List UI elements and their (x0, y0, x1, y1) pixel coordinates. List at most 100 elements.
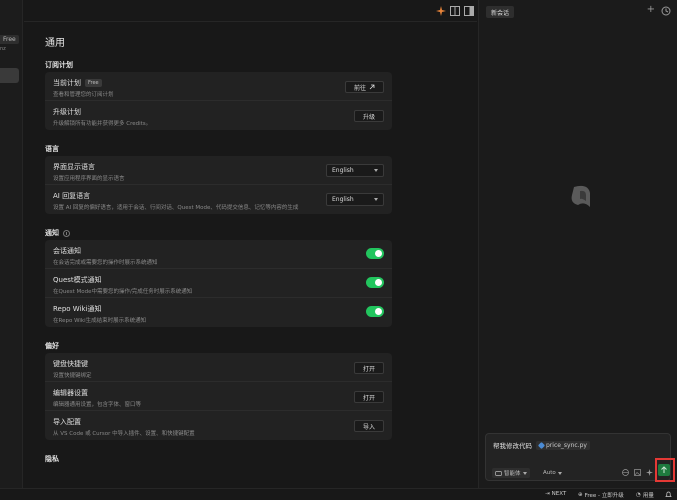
session-notify-toggle[interactable] (366, 248, 384, 259)
section-prefs-title: 偏好 (45, 342, 59, 350)
session-notify-desc: 在会话完成或需要您的操作时展示系统通知 (53, 260, 158, 266)
quest-notify-row: Quest模式通知 在Quest Mode中需要您的操作/完成任务时展示系统通知 (45, 269, 392, 298)
globe-icon[interactable] (622, 469, 629, 476)
current-plan-badge: Free (85, 78, 102, 87)
section-privacy-title: 隐私 (45, 455, 59, 463)
session-notify-title: 会话通知 (53, 246, 81, 255)
usage-status[interactable]: ◔ 用量 (636, 491, 654, 499)
chevron-down-icon (522, 471, 527, 475)
ai-language-desc: 设置 AI 回复的偏好语言，适用于会话、行间对话、Quest Mode、代码提交… (53, 205, 299, 211)
file-context-chip[interactable]: price_sync.py (536, 440, 590, 450)
repo-notify-row: Repo Wiki通知 在Repo Wiki生成结束时展示系统通知 (45, 298, 392, 327)
current-plan-title: 当前计划 (53, 78, 81, 87)
goto-plan-button[interactable]: 前往 (344, 81, 384, 93)
new-chat-tab[interactable]: 新会话 (486, 6, 515, 18)
import-button[interactable]: 导入 (353, 420, 384, 432)
current-plan-row: 当前计划 Free 查看和管理您的订阅计划 前往 (45, 72, 392, 101)
next-status[interactable]: ⇥ NEXT (545, 491, 566, 497)
section-notify: 通知 (45, 226, 392, 240)
external-link-icon (369, 84, 375, 90)
import-label: 导入 (362, 423, 375, 431)
keybindings-row: 键盘快捷键 设置快捷键绑定 打开 (45, 353, 392, 382)
goto-plan-label: 前往 (353, 84, 366, 92)
repo-notify-toggle[interactable] (366, 306, 384, 317)
ui-language-value: English (332, 167, 354, 174)
next-label: NEXT (551, 491, 567, 497)
ai-language-select[interactable]: English (326, 193, 384, 206)
settings-pane: 通用 订阅计划 当前计划 Free 查看和管理您的订阅计划 前往 升级计划 升级… (24, 0, 477, 488)
notifications-bell-icon[interactable] (665, 491, 672, 498)
session-notify-row: 会话通知 在会话完成或需要您的操作时展示系统通知 (45, 240, 392, 269)
history-icon[interactable] (661, 6, 671, 16)
file-context-name: price_sync.py (546, 441, 587, 449)
keybindings-title: 键盘快捷键 (53, 359, 88, 368)
agent-mode-selector[interactable]: 智能体 (492, 468, 530, 478)
chevron-down-icon (374, 169, 378, 172)
python-file-icon (537, 441, 546, 449)
left-sidebar: Free nz (0, 0, 23, 488)
status-bar: ⇥ NEXT ⊕ Free - 立即升级 ◔ 用量 (0, 488, 677, 500)
image-icon[interactable] (634, 469, 641, 476)
quest-notify-desc: 在Quest Mode中需要您的操作/完成任务时展示系统通知 (53, 289, 193, 295)
account-name: nz (0, 46, 6, 52)
import-config-row: 导入配置 从 VS Code 或 Cursor 中导入插件、设置、和快捷键配置 … (45, 411, 392, 440)
page-title: 通用 (45, 38, 65, 49)
new-chat-plus-icon[interactable]: + (647, 4, 655, 15)
sparkle-tool-icon[interactable] (646, 469, 653, 476)
section-notify-title: 通知 (45, 229, 59, 237)
send-button-highlight (655, 458, 675, 482)
ai-language-value: English (332, 196, 354, 203)
usage-icon: ◔ (636, 492, 641, 498)
open-keybindings-label: 打开 (362, 365, 375, 373)
agent-icon (495, 470, 502, 476)
settings-toolbar (24, 0, 477, 22)
next-icon: ⇥ (545, 491, 550, 497)
sidebar-selected-item[interactable] (0, 68, 19, 83)
info-icon[interactable] (63, 229, 70, 237)
panel-layout-icon[interactable] (464, 6, 474, 16)
settings-content: 通用 订阅计划 当前计划 Free 查看和管理您的订阅计划 前往 升级计划 升级… (45, 34, 392, 466)
agent-mode-label: 智能体 (504, 471, 521, 477)
editor-settings-row: 编辑器设置 编辑器通用设置，包含字体、窗口等 打开 (45, 382, 392, 411)
upgrade-plan-row: 升级计划 升级解锁所有功能并获得更多 Credits。 升级 (45, 101, 392, 130)
upgrade-label: 升级 (362, 113, 375, 121)
repo-notify-title: Repo Wiki通知 (53, 304, 102, 313)
plan-card: 当前计划 Free 查看和管理您的订阅计划 前往 升级计划 升级解锁所有功能并获… (45, 72, 392, 130)
split-layout-icon[interactable] (450, 6, 460, 16)
app-logo-icon (571, 185, 590, 207)
chat-panel: 新会话 + 帮我修改代码 price_sync.py 智能体 Auto (478, 0, 677, 488)
chevron-down-icon (557, 471, 562, 475)
open-keybindings-button[interactable]: 打开 (353, 362, 384, 374)
current-plan-desc: 查看和管理您的订阅计划 (53, 92, 114, 98)
usage-label: 用量 (642, 493, 654, 499)
sparkle-icon[interactable] (436, 6, 446, 16)
quest-notify-toggle[interactable] (366, 277, 384, 288)
quest-notify-title: Quest模式通知 (53, 275, 102, 284)
chat-composer[interactable]: 帮我修改代码 price_sync.py 智能体 Auto (485, 433, 671, 481)
editor-settings-desc: 编辑器通用设置，包含字体、窗口等 (53, 402, 142, 408)
ui-language-row: 界面显示语言 设置应用程序界面的显示语言 English (45, 156, 392, 185)
language-card: 界面显示语言 设置应用程序界面的显示语言 English AI 回复语言 设置 … (45, 156, 392, 214)
plan-status-label: Free - 立即升级 (584, 493, 624, 499)
plan-status[interactable]: ⊕ Free - 立即升级 (578, 491, 624, 499)
repo-notify-desc: 在Repo Wiki生成结束时展示系统通知 (53, 318, 147, 324)
ui-language-select[interactable]: English (326, 164, 384, 177)
open-editor-settings-label: 打开 (362, 394, 375, 402)
plan-icon: ⊕ (578, 492, 583, 498)
import-config-desc: 从 VS Code 或 Cursor 中导入插件、设置、和快捷键配置 (53, 431, 195, 437)
model-selector[interactable]: Auto (543, 468, 562, 478)
model-label: Auto (543, 470, 556, 476)
upgrade-button[interactable]: 升级 (353, 110, 384, 122)
open-editor-settings-button[interactable]: 打开 (353, 391, 384, 403)
section-language-title: 语言 (45, 145, 59, 153)
import-config-title: 导入配置 (53, 417, 81, 426)
upgrade-plan-title: 升级计划 (53, 107, 81, 116)
notify-card: 会话通知 在会话完成或需要您的操作时展示系统通知 Quest模式通知 在Ques… (45, 240, 392, 327)
prefs-card: 键盘快捷键 设置快捷键绑定 打开 编辑器设置 编辑器通用设置，包含字体、窗口等 … (45, 353, 392, 440)
keybindings-desc: 设置快捷键绑定 (53, 373, 92, 379)
chat-input-text[interactable]: 帮我修改代码 (493, 440, 532, 450)
ai-language-row: AI 回复语言 设置 AI 回复的偏好语言，适用于会话、行间对话、Quest M… (45, 185, 392, 214)
editor-settings-title: 编辑器设置 (53, 388, 88, 397)
upgrade-plan-desc: 升级解锁所有功能并获得更多 Credits。 (53, 121, 152, 127)
plan-badge: Free (0, 35, 19, 44)
